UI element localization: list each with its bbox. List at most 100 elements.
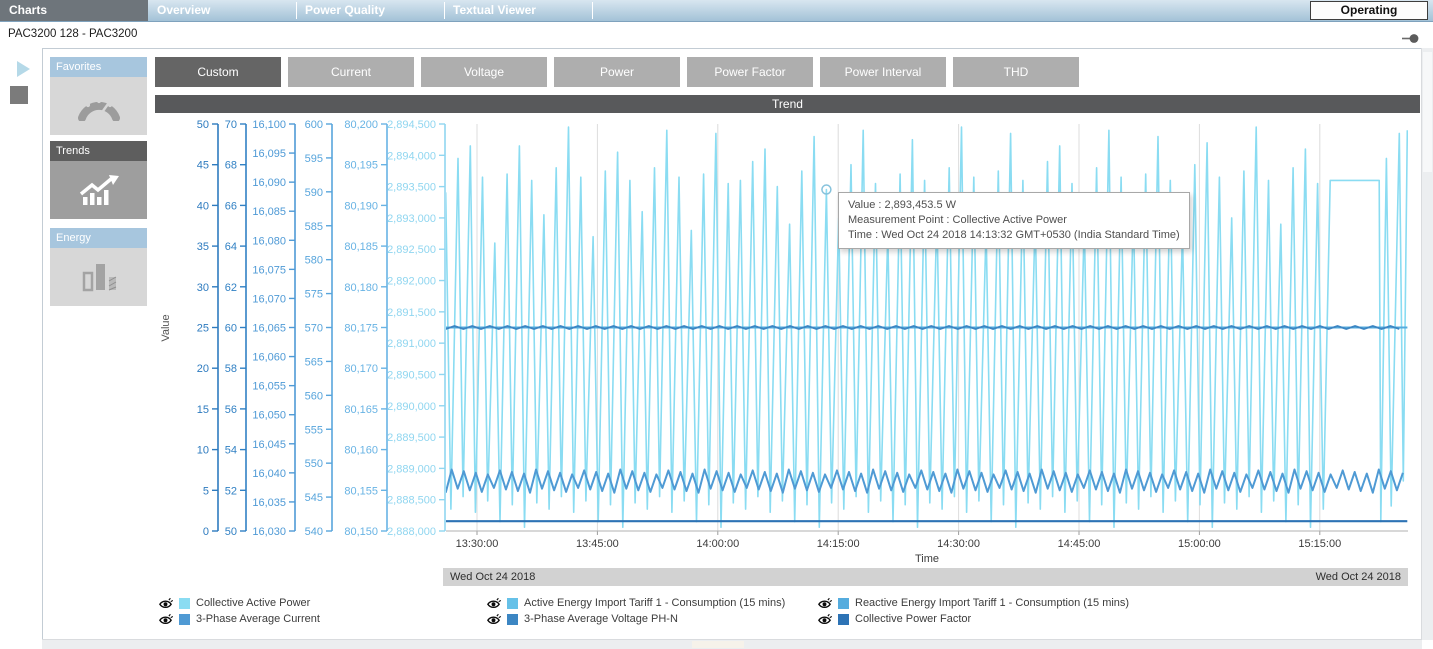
svg-text:0: 0 xyxy=(203,526,209,538)
legend-color-swatch xyxy=(179,598,190,609)
rail-toggle-button[interactable] xyxy=(10,86,28,104)
vertical-scrollbar-thumb[interactable] xyxy=(1423,52,1432,172)
svg-text:60: 60 xyxy=(225,323,237,335)
tab-textual-viewer[interactable]: Textual Viewer xyxy=(444,0,592,21)
sidebar-item-body[interactable] xyxy=(50,248,147,306)
preset-button-power-factor[interactable]: Power Factor xyxy=(687,57,813,87)
svg-text:80,160: 80,160 xyxy=(344,445,378,457)
preset-button-power-interval[interactable]: Power Interval xyxy=(820,57,946,87)
gauge-icon xyxy=(77,91,121,121)
legend-label: Active Energy Import Tariff 1 - Consumpt… xyxy=(524,597,785,609)
preset-button-thd[interactable]: THD xyxy=(953,57,1079,87)
svg-text:80,200: 80,200 xyxy=(344,119,378,131)
legend-item-reactive-energy-import-tariff-1-consumption-15-mins[interactable]: Reactive Energy Import Tariff 1 - Consum… xyxy=(817,596,1357,610)
svg-text:2,891,500: 2,891,500 xyxy=(387,307,436,319)
svg-text:2,893,000: 2,893,000 xyxy=(387,213,436,225)
svg-text:585: 585 xyxy=(305,221,323,233)
visibility-eye-icon[interactable] xyxy=(817,613,832,626)
sidebar-item-body[interactable] xyxy=(50,77,147,135)
legend-item-active-energy-import-tariff-1-consumption-15-mins[interactable]: Active Energy Import Tariff 1 - Consumpt… xyxy=(486,596,817,610)
svg-text:16,040: 16,040 xyxy=(252,468,286,480)
svg-text:54: 54 xyxy=(225,445,237,457)
preset-button-current[interactable]: Current xyxy=(288,57,414,87)
sidebar-item-body[interactable] xyxy=(50,161,147,219)
tab-power-quality[interactable]: Power Quality xyxy=(296,0,444,21)
trend-chart-icon xyxy=(77,173,121,207)
legend-item-3-phase-average-current[interactable]: 3-Phase Average Current xyxy=(158,612,486,626)
svg-text:25: 25 xyxy=(197,323,209,335)
preset-button-custom[interactable]: Custom xyxy=(155,57,281,87)
preset-button-power[interactable]: Power xyxy=(554,57,680,87)
svg-text:14:30:00: 14:30:00 xyxy=(937,538,980,550)
visibility-eye-icon[interactable] xyxy=(158,613,173,626)
svg-text:575: 575 xyxy=(305,289,323,301)
sidebar-item-energy[interactable]: Energy xyxy=(50,228,147,306)
svg-text:2,894,000: 2,894,000 xyxy=(387,150,436,162)
breadcrumb-bar: PAC3200 128 - PAC3200 xyxy=(0,22,1433,48)
svg-text:2,889,500: 2,889,500 xyxy=(387,432,436,444)
visibility-eye-icon[interactable] xyxy=(817,597,832,610)
tab-charts[interactable]: Charts xyxy=(0,0,148,21)
sidebar-item-label: Favorites xyxy=(50,57,147,77)
svg-text:2,888,500: 2,888,500 xyxy=(387,495,436,507)
operating-mode-button[interactable]: Operating xyxy=(1310,1,1428,20)
svg-text:600: 600 xyxy=(305,119,323,131)
tab-separator xyxy=(296,2,297,19)
svg-text:16,070: 16,070 xyxy=(252,293,286,305)
trend-plot: 13:30:0013:45:0014:00:0014:15:0014:30:00… xyxy=(155,113,1420,563)
svg-text:64: 64 xyxy=(225,241,237,253)
svg-text:16,095: 16,095 xyxy=(252,148,286,160)
svg-text:50: 50 xyxy=(225,526,237,538)
application-window: ChartsOverviewPower QualityTextual Viewe… xyxy=(0,0,1433,649)
svg-text:2,888,000: 2,888,000 xyxy=(387,526,436,538)
svg-text:5: 5 xyxy=(203,485,209,497)
sidebar-item-trends[interactable]: Trends xyxy=(50,141,147,219)
legend-label: Collective Power Factor xyxy=(855,613,971,625)
svg-text:570: 570 xyxy=(305,323,323,335)
svg-text:560: 560 xyxy=(305,390,323,402)
pin-icon[interactable] xyxy=(1402,31,1419,49)
horizontal-scrollbar-thumb[interactable] xyxy=(692,641,744,648)
legend-label: 3-Phase Average Voltage PH-N xyxy=(524,613,678,625)
svg-text:16,075: 16,075 xyxy=(252,264,286,276)
legend-color-swatch xyxy=(507,598,518,609)
svg-text:15:00:00: 15:00:00 xyxy=(1178,538,1221,550)
visibility-eye-icon[interactable] xyxy=(158,597,173,610)
svg-text:13:45:00: 13:45:00 xyxy=(576,538,619,550)
svg-text:Time: Time xyxy=(915,553,939,563)
expand-arrow-icon[interactable] xyxy=(17,61,30,77)
energy-bars-icon xyxy=(79,259,119,295)
svg-text:20: 20 xyxy=(197,363,209,375)
svg-text:545: 545 xyxy=(305,492,323,504)
svg-text:14:00:00: 14:00:00 xyxy=(696,538,739,550)
tab-overview[interactable]: Overview xyxy=(148,0,296,21)
legend-item-collective-power-factor[interactable]: Collective Power Factor xyxy=(817,612,1357,626)
vertical-scrollbar[interactable] xyxy=(1421,48,1433,640)
date-range-end: Wed Oct 24 2018 xyxy=(1316,571,1401,583)
preset-button-voltage[interactable]: Voltage xyxy=(421,57,547,87)
svg-text:590: 590 xyxy=(305,187,323,199)
sidebar-item-favorites[interactable]: Favorites xyxy=(50,57,147,135)
legend-item-collective-active-power[interactable]: Collective Active Power xyxy=(158,596,486,610)
horizontal-scrollbar[interactable] xyxy=(42,639,1422,649)
tab-separator xyxy=(592,2,593,19)
tab-separator xyxy=(444,2,445,19)
date-range-strip[interactable]: Wed Oct 24 2018 Wed Oct 24 2018 xyxy=(443,568,1408,586)
svg-text:Value: Value xyxy=(160,314,172,341)
top-tab-bar: ChartsOverviewPower QualityTextual Viewe… xyxy=(0,0,1433,22)
svg-text:30: 30 xyxy=(197,282,209,294)
legend-color-swatch xyxy=(507,614,518,625)
visibility-eye-icon[interactable] xyxy=(486,613,501,626)
svg-text:80,180: 80,180 xyxy=(344,282,378,294)
legend-label: Collective Active Power xyxy=(196,597,310,609)
tooltip-measurement-point: Measurement Point : Collective Active Po… xyxy=(848,213,1180,228)
legend-color-swatch xyxy=(179,614,190,625)
svg-text:16,065: 16,065 xyxy=(252,323,286,335)
legend-item-3-phase-average-voltage-ph-n[interactable]: 3-Phase Average Voltage PH-N xyxy=(486,612,817,626)
svg-text:16,085: 16,085 xyxy=(252,206,286,218)
svg-text:14:15:00: 14:15:00 xyxy=(817,538,860,550)
legend-color-swatch xyxy=(838,614,849,625)
svg-text:16,090: 16,090 xyxy=(252,177,286,189)
visibility-eye-icon[interactable] xyxy=(486,597,501,610)
svg-text:66: 66 xyxy=(225,200,237,212)
